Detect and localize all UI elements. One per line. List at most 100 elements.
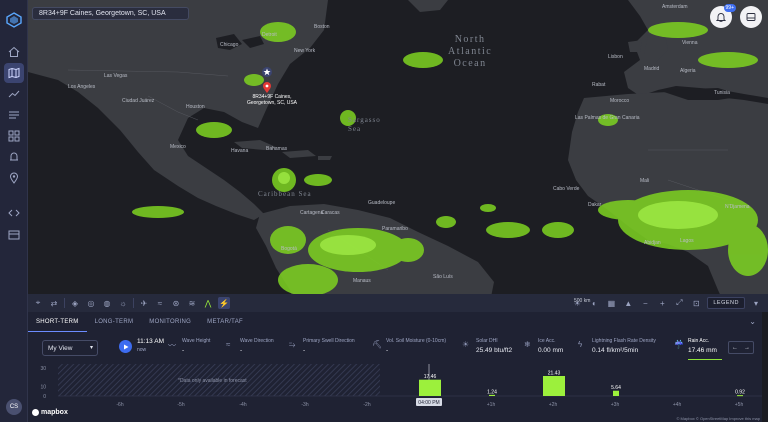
x-tick-label: +4h (673, 402, 682, 408)
fullscreen-icon[interactable]: ⤢ (673, 297, 685, 309)
sidebar-item-api[interactable] (4, 203, 24, 223)
metric-label: Rain Acc. (688, 338, 710, 344)
map-attribution[interactable]: © Mapbox © OpenStreetMap Improve this ma… (677, 416, 761, 421)
metric-wave-direction[interactable]: ≈ Wave Direction - (226, 338, 274, 360)
sidebar-item-home[interactable] (4, 42, 24, 62)
rain-icon: ☔ (674, 340, 684, 349)
temperature-tool-icon[interactable]: ☼ (117, 297, 129, 309)
rain-bar[interactable] (419, 379, 441, 396)
city-label: Bogotá (281, 246, 297, 252)
zoom-in-icon[interactable]: + (656, 297, 668, 309)
mapbox-logo-text: mapbox (41, 409, 68, 416)
favorite-star-icon[interactable] (262, 67, 272, 77)
city-label: Vienna (682, 40, 698, 46)
tab-metar-taf[interactable]: METAR/TAF (199, 312, 251, 332)
night-mode-icon[interactable]: ◐ (588, 297, 600, 309)
metric-soil-moisture[interactable]: ⛏ Vol. Soil Moisture (0-10cm) - (372, 338, 446, 360)
city-label: Bahamas (266, 146, 288, 152)
arrow-right-icon[interactable]: → (744, 345, 750, 351)
metric-value: - (386, 347, 389, 354)
metric-wave-height[interactable]: 〰 Wave Height - (168, 338, 210, 360)
city-label: Caracas (321, 210, 340, 216)
city-label: Manaus (353, 278, 371, 284)
rain-bar-label: 0.92 (735, 390, 745, 396)
x-tick-label: +3h (611, 402, 620, 408)
sidebar-item-alerts[interactable] (4, 147, 24, 167)
current-time: 11:13 AM (137, 338, 164, 345)
current-time-sub: now (137, 347, 147, 353)
metric-primary-swell-direction[interactable]: ⥲ Primary Swell Direction - (289, 338, 355, 360)
metric-lightning-flash[interactable]: ϟ Lightning Flash Rate Density 0.14 fl/k… (578, 338, 656, 360)
x-tick-label: -5h (177, 402, 184, 408)
map-toolbar: ⌖ ⇄ ◈ ◎ ◍ ☼ ✈ ≈ ⊛ ≋ ⋀ ⚡ 500 km ☀ ◐ ▦ ▲ −… (28, 294, 768, 312)
radar-tool-icon[interactable]: ◎ (85, 297, 97, 309)
rain-bar[interactable] (613, 390, 619, 396)
tab-short-term[interactable]: SHORT-TERM (28, 312, 87, 332)
now-marker-label: 04:00 PM (418, 400, 439, 406)
pin-tool-icon[interactable]: ⌖ (32, 297, 44, 309)
collapse-panel-icon[interactable]: ⌄ (749, 317, 756, 326)
city-label: Las Palmas de Gran Canaria (575, 115, 640, 121)
city-label: Mexico (170, 144, 186, 150)
satellite-tool-icon[interactable]: ◍ (101, 297, 113, 309)
route-tool-icon[interactable]: ⇄ (48, 297, 60, 309)
tab-long-term[interactable]: LONG-TERM (87, 312, 142, 332)
play-button[interactable] (119, 340, 132, 353)
metric-value: 25.49 btu/ft2 (476, 347, 513, 354)
panel-toggle-button[interactable] (740, 6, 762, 28)
metric-label: Wave Direction (240, 338, 274, 344)
metric-value: - (182, 347, 185, 354)
notifications-button[interactable]: 99+ (710, 4, 736, 28)
sidebar-item-dashboard[interactable] (4, 126, 24, 146)
wave-direction-icon: ≈ (226, 340, 231, 349)
rain-bar-label: 17.46 (424, 374, 437, 380)
sidebar-item-map[interactable] (4, 63, 24, 83)
marine-tool-icon[interactable]: ≈ (154, 297, 166, 309)
mapbox-logo: mapbox (32, 409, 68, 416)
location-search-chip[interactable]: 8R34+9F Caines, Georgetown, SC, USA (32, 7, 189, 20)
tab-monitoring[interactable]: MONITORING (141, 312, 199, 332)
caribbean-sea-label: Caribbean Sea (258, 190, 312, 198)
zoom-out-icon[interactable]: − (639, 297, 651, 309)
user-avatar[interactable]: CS (6, 399, 22, 415)
storm-layer-icon[interactable]: ⚡ (218, 297, 230, 309)
lightning-icon: ϟ (578, 340, 583, 349)
city-label: Lisbon (608, 54, 623, 60)
tropical-tool-icon[interactable]: ⊛ (170, 297, 182, 309)
metric-ice-acc[interactable]: ❄ Ice Acc. 0.00 mm (524, 338, 563, 360)
north-arrow-icon[interactable]: ▲ (622, 297, 634, 309)
weather-map[interactable]: Chicago Detroit New York Boston Las Vega… (28, 0, 768, 312)
view-select-value: My View (48, 345, 73, 352)
metric-label: Solar DHI (476, 338, 498, 344)
metric-value: 0.14 fl/km²/5min (592, 347, 639, 354)
x-tick-label: +1h (487, 402, 496, 408)
sidebar-item-locations[interactable] (4, 168, 24, 188)
city-label: Los Angeles (68, 84, 96, 90)
grid-overlay-icon[interactable]: ▦ (605, 297, 617, 309)
location-pin-marker-icon[interactable] (263, 82, 271, 93)
forecast-tabs: SHORT-TERM LONG-TERM MONITORING METAR/TA… (28, 312, 762, 332)
legend-chevron-icon[interactable]: ▾ (750, 297, 762, 309)
metric-rain-acc[interactable]: ☔ Rain Acc. 17.46 mm (674, 338, 722, 360)
metric-label: Lightning Flash Rate Density (592, 338, 656, 344)
toolbar-divider (64, 298, 65, 308)
rain-bar[interactable] (543, 375, 565, 396)
view-select[interactable]: My View ▾ (42, 340, 98, 356)
wind-tool-icon[interactable]: ≋ (186, 297, 198, 309)
city-label: Guadeloupe (368, 200, 396, 206)
y-tick-label: 0 (43, 394, 46, 400)
sidebar-item-layers[interactable] (4, 105, 24, 125)
screen-share-icon[interactable]: ⊡ (690, 297, 702, 309)
layer-tool-icon[interactable]: ◈ (69, 297, 81, 309)
legend-button[interactable]: LEGEND (707, 297, 745, 309)
code-icon (8, 209, 20, 217)
rain-layer-icon[interactable]: ⋀ (202, 297, 214, 309)
metric-label: Primary Swell Direction (303, 338, 355, 344)
metric-solar-dhi[interactable]: ☀ Solar DHI 25.49 btu/ft2 (462, 338, 513, 360)
sidebar-item-analytics[interactable] (4, 84, 24, 104)
arrow-left-icon[interactable]: ← (732, 345, 738, 351)
sun-tool-icon[interactable]: ☀ (571, 297, 583, 309)
sidebar-item-reports[interactable] (4, 225, 24, 245)
aviation-tool-icon[interactable]: ✈ (138, 297, 150, 309)
app-logo-icon[interactable] (6, 12, 22, 28)
